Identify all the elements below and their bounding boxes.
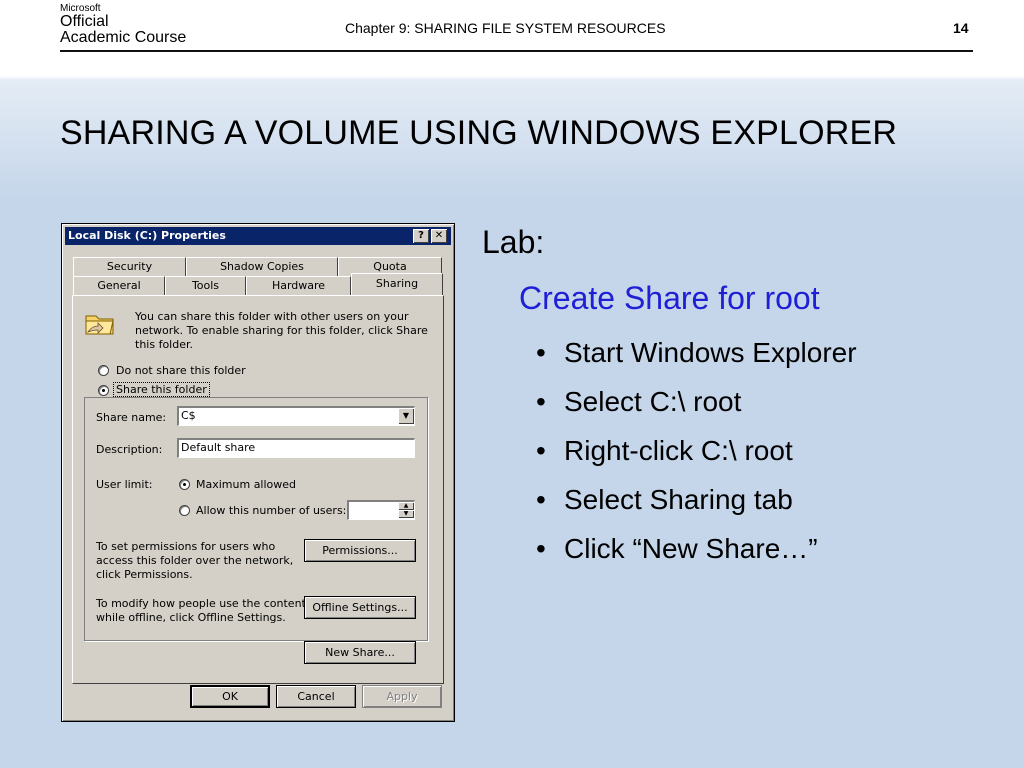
tab-security[interactable]: Security [73, 257, 186, 276]
user-limit-label: User limit: [96, 478, 153, 491]
lab-step: • Start Windows Explorer [536, 336, 857, 385]
bullet-icon: • [536, 435, 546, 466]
offline-settings-text: To modify how people use the content whi… [96, 597, 306, 624]
bullet-icon: • [536, 533, 546, 564]
cancel-button[interactable]: Cancel [276, 685, 356, 708]
chapter-title: Chapter 9: SHARING FILE SYSTEM RESOURCES [345, 20, 666, 36]
user-count-spinner[interactable]: ▲ ▼ [347, 500, 415, 520]
logo-academic-course: Academic Course [60, 29, 187, 46]
share-this-folder-radio[interactable] [98, 385, 109, 396]
sharing-info-text: You can share this folder with other use… [135, 310, 428, 351]
ok-button[interactable]: OK [190, 685, 270, 708]
slide-header: Microsoft Official Academic Course Chapt… [0, 0, 1024, 76]
bullet-icon: • [536, 386, 546, 417]
apply-button[interactable]: Apply [362, 685, 442, 708]
lab-step: • Click “New Share…” [536, 532, 857, 581]
bullet-icon: • [536, 337, 546, 368]
share-this-folder-label[interactable]: Share this folder [113, 382, 210, 397]
spin-down-icon[interactable]: ▼ [398, 510, 414, 518]
offline-settings-button[interactable]: Offline Settings... [304, 596, 416, 619]
share-name-label: Share name: [96, 411, 167, 424]
dialog-titlebar[interactable]: Local Disk (C:) Properties ? ✕ [65, 227, 451, 245]
chevron-down-icon[interactable]: ▼ [398, 408, 414, 424]
lab-step: • Select C:\ root [536, 385, 857, 434]
maximum-allowed-label[interactable]: Maximum allowed [196, 478, 296, 491]
lab-step: • Select Sharing tab [536, 483, 857, 532]
logo-official: Official [60, 13, 109, 30]
lab-step-text: Right-click C:\ root [564, 435, 793, 466]
close-button[interactable]: ✕ [431, 229, 447, 243]
lab-step-text: Click “New Share…” [564, 533, 818, 564]
slide-title: SHARING A VOLUME USING WINDOWS EXPLORER [60, 114, 898, 152]
lab-steps-list: • Start Windows Explorer • Select C:\ root… [536, 336, 857, 581]
properties-dialog: Local Disk (C:) Properties ? ✕ Security … [61, 223, 455, 722]
lab-label: Lab: [482, 224, 545, 260]
description-label: Description: [96, 443, 163, 456]
tab-hardware[interactable]: Hardware [246, 276, 351, 295]
lab-step-text: Select Sharing tab [564, 484, 793, 515]
tab-shadow-copies[interactable]: Shadow Copies [186, 257, 338, 276]
tab-tools[interactable]: Tools [165, 276, 246, 295]
allow-number-radio[interactable] [179, 505, 190, 516]
permissions-button[interactable]: Permissions... [304, 539, 416, 562]
header-divider [60, 50, 973, 52]
microsoft-official-academic-course-logo: Microsoft Official Academic Course [60, 4, 186, 46]
lab-step: • Right-click C:\ root [536, 434, 857, 483]
share-name-value: C$ [181, 409, 196, 422]
do-not-share-radio[interactable] [98, 365, 109, 376]
do-not-share-label[interactable]: Do not share this folder [116, 364, 246, 377]
page-number: 14 [953, 20, 969, 36]
tab-sharing[interactable]: Sharing [351, 273, 443, 296]
help-button[interactable]: ? [413, 229, 429, 243]
maximum-allowed-radio[interactable] [179, 479, 190, 490]
share-name-dropdown[interactable]: C$ ▼ [177, 406, 415, 426]
new-share-button[interactable]: New Share... [304, 641, 416, 664]
description-field[interactable]: Default share [177, 438, 415, 458]
lab-subheading: Create Share for root [519, 280, 820, 316]
spin-up-icon[interactable]: ▲ [398, 502, 414, 510]
bullet-icon: • [536, 484, 546, 515]
dialog-title: Local Disk (C:) Properties [68, 229, 226, 242]
shared-folder-icon [85, 315, 114, 335]
lab-step-text: Select C:\ root [564, 386, 742, 417]
lab-step-text: Start Windows Explorer [564, 337, 857, 368]
allow-number-label[interactable]: Allow this number of users: [196, 504, 346, 517]
permissions-text: To set permissions for users who access … [96, 540, 294, 581]
tab-general[interactable]: General [73, 276, 165, 295]
